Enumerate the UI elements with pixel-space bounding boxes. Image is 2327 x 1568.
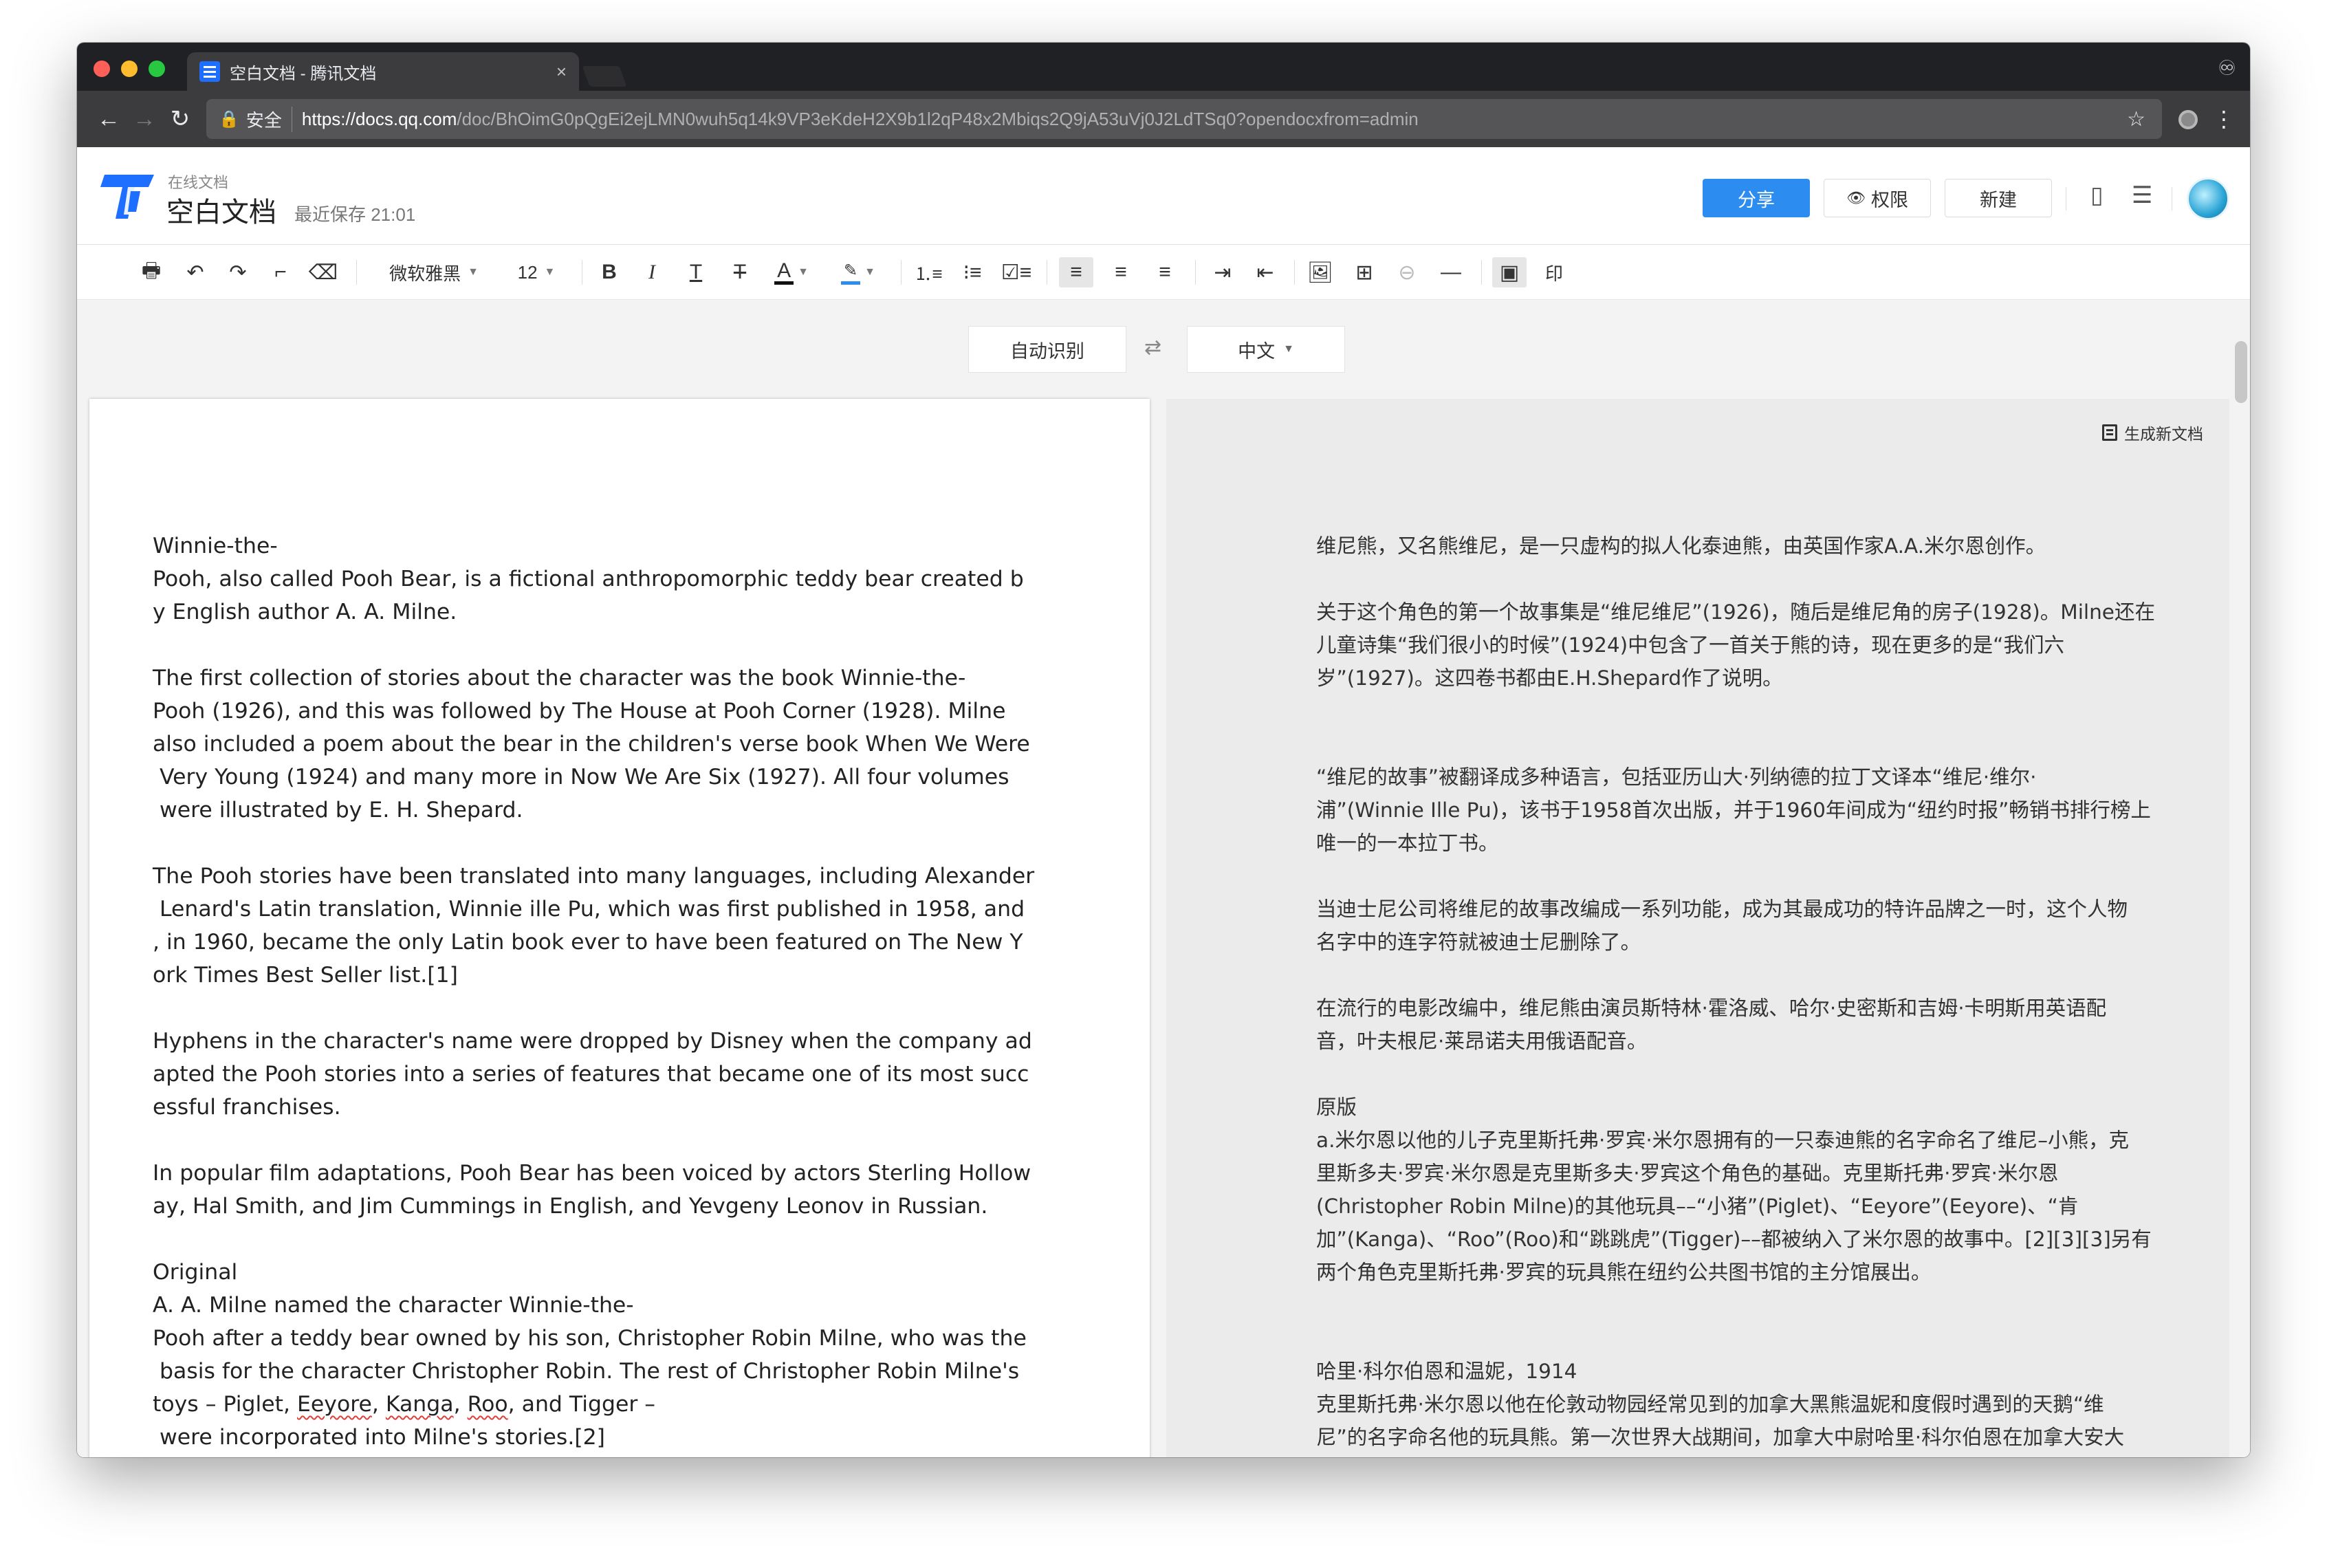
redo-icon[interactable]: ↷ [223, 257, 253, 287]
align-center-icon[interactable]: ≡ [1106, 257, 1136, 287]
align-right-icon[interactable]: ≡ [1150, 257, 1180, 287]
numbered-list-icon[interactable]: ⒈≡ [913, 257, 943, 287]
share-button[interactable]: 分享 [1703, 179, 1810, 217]
toolbar-divider [901, 260, 902, 285]
spellcheck-word: Eeyore [297, 1392, 372, 1417]
print-layout-icon[interactable]: 印 [1539, 257, 1569, 287]
format-painter-icon[interactable]: ⌐ [265, 257, 296, 287]
browser-menu-icon[interactable]: ⋮ [2213, 106, 2235, 132]
print-icon[interactable]: 🖶 [136, 257, 166, 287]
minimize-window-button[interactable] [121, 61, 138, 77]
docs-favicon-icon [199, 61, 220, 82]
new-document-button[interactable]: 新建 [1945, 179, 2052, 217]
incognito-icon: ♾ [2218, 57, 2236, 80]
spellcheck-word: Roo [467, 1392, 508, 1417]
document-title[interactable]: 空白文档 [166, 190, 276, 230]
user-avatar[interactable] [2187, 177, 2229, 220]
bookmark-star-icon[interactable]: ☆ [2127, 107, 2145, 131]
chevron-down-icon: ▼ [1283, 343, 1294, 355]
translated-paragraph: 维尼熊，又名熊维尼，是一只虚构的拟人化泰迪熊，由英国作家A.A.米尔恩创作。 [1316, 534, 2046, 558]
text-color-icon[interactable]: A ▼ [766, 257, 817, 287]
chevron-down-icon: ▼ [544, 266, 556, 278]
indent-icon[interactable]: ⇥ [1208, 257, 1238, 287]
highlight-color-icon[interactable]: ✎ ▼ [832, 257, 884, 287]
bullet-list-icon[interactable]: ⁝≡ [957, 257, 987, 287]
app-header: 在线文档 空白文档 最近保存 21:01 分享 👁 权限 新建 ▯ ☰ [77, 147, 2250, 245]
reload-button[interactable]: ↻ [162, 105, 198, 133]
extension-icon[interactable] [2178, 110, 2198, 129]
tab-bar: 空白文档 - 腾讯文档 × ♾ [77, 43, 2250, 91]
font-family-select[interactable]: 微软雅黑 ▼ [375, 257, 492, 287]
toolbar-divider [1481, 260, 1482, 285]
tencent-docs-logo[interactable] [100, 171, 158, 223]
translated-paragraph: 哈里·科尔伯恩和温妮，1914 克里斯托弗·米尔恩以他在伦敦动物园经常见到的加拿… [1316, 1360, 2125, 1449]
clear-format-icon[interactable]: ⌫ [308, 257, 338, 287]
toolbar-divider [356, 260, 357, 285]
back-button[interactable]: ← [91, 106, 127, 133]
permission-label: 权限 [1870, 189, 1908, 210]
url-input[interactable]: 🔒 安全 https://docs.qq.com/doc/BhOimG0pQgE… [206, 99, 2162, 139]
formatting-toolbar: 🖶 ↶ ↷ ⌐ ⌫ 微软雅黑 ▼ 12 ▼ B I T T A ▼ ✎ ▼ ⒈≡ ⁝… [77, 245, 2250, 300]
font-size-value: 12 [517, 261, 538, 283]
permission-button[interactable]: 👁 权限 [1824, 179, 1931, 217]
source-paragraph: Hyphens in the character's name were dro… [153, 1029, 1032, 1120]
italic-icon[interactable]: I [637, 257, 667, 287]
translated-paragraph: 当迪士尼公司将维尼的故事改编成一系列功能，成为其最成功的特许品牌之一时，这个人物… [1316, 897, 2128, 954]
close-window-button[interactable] [94, 61, 110, 77]
spellcheck-word: Kanga [385, 1392, 454, 1417]
translated-paragraph: 原版 a.米尔恩以他的儿子克里斯托弗·罗宾·米尔恩拥有的一只泰迪熊的名字命名了维… [1316, 1096, 2152, 1284]
forward-button[interactable]: → [127, 106, 162, 133]
chevron-down-icon: ▼ [468, 266, 479, 278]
font-family-value: 微软雅黑 [389, 263, 461, 284]
scrollbar-thumb[interactable] [2235, 341, 2247, 403]
horizontal-rule-icon[interactable]: — [1436, 257, 1466, 287]
source-paragraph: The Pooh stories have been translated in… [153, 864, 1035, 988]
strikethrough-icon[interactable]: T [725, 257, 755, 287]
generate-doc-label: 生成新文档 [2124, 425, 2203, 443]
source-paragraph: In popular film adaptations, Pooh Bear h… [153, 1161, 1031, 1219]
lock-icon: 🔒 [219, 109, 239, 129]
translate-icon[interactable]: ▣ [1492, 257, 1527, 287]
undo-icon[interactable]: ↶ [180, 257, 210, 287]
source-language-select[interactable]: 自动识别 [968, 326, 1126, 373]
tab-close-icon[interactable]: × [556, 61, 567, 83]
translated-paragraph: 关于这个角色的第一个故事集是“维尼维尼”(1926)，随后是维尼角的房子(192… [1316, 600, 2155, 690]
target-language-select[interactable]: 中文 ▼ [1187, 326, 1345, 373]
generate-new-document-button[interactable]: 生成新文档 [2102, 421, 2203, 444]
source-paragraph: Winnie-the- Pooh, also called Pooh Bear,… [153, 534, 1024, 624]
toolbar-divider [1294, 260, 1295, 285]
source-paragraph: The first collection of stories about th… [153, 666, 1030, 823]
hamburger-menu-icon[interactable]: ☰ [2132, 182, 2152, 209]
url-text: https://docs.qq.com/doc/BhOimG0pQgEi2ejL… [301, 108, 1419, 129]
toolbar-divider [1195, 260, 1196, 285]
translated-paragraph: “维尼的故事”被翻译成多种语言，包括亚历山大·列纳德的拉丁文译本“维尼·维尔· … [1316, 765, 2151, 855]
translated-text: 维尼熊，又名熊维尼，是一只虚构的拟人化泰迪熊，由英国作家A.A.米尔恩创作。 关… [1316, 530, 2224, 1457]
save-status: 最近保存 21:01 [294, 204, 416, 225]
mobile-view-icon[interactable]: ▯ [2090, 182, 2104, 209]
source-paragraph: Original A. A. Milne named the character… [153, 1260, 1027, 1450]
target-language-value: 中文 [1238, 340, 1276, 362]
insert-image-icon[interactable]: 🖼 [1305, 257, 1335, 287]
swap-languages-icon[interactable]: ⇄ [1144, 336, 1161, 360]
address-bar: ← → ↻ 🔒 安全 https://docs.qq.com/doc/BhOim… [77, 91, 2250, 147]
maximize-window-button[interactable] [149, 61, 165, 77]
tab-title: 空白文档 - 腾讯文档 [230, 64, 377, 83]
eye-icon: 👁 [1846, 189, 1866, 206]
insert-link-icon[interactable]: ⊖ [1392, 257, 1422, 287]
new-tab-button[interactable] [582, 66, 627, 87]
document-icon [2102, 424, 2117, 441]
vertical-scrollbar[interactable] [2232, 300, 2250, 1457]
browser-tab-active[interactable]: 空白文档 - 腾讯文档 × [187, 52, 579, 91]
insert-table-icon[interactable]: ⊞ [1349, 257, 1379, 287]
browser-window: 空白文档 - 腾讯文档 × ♾ ← → ↻ 🔒 安全 https://docs.… [77, 43, 2250, 1457]
checklist-icon[interactable]: ☑≡ [1001, 257, 1031, 287]
bold-icon[interactable]: B [594, 257, 624, 287]
translated-paragraph: 在流行的电影改编中，维尼熊由演员斯特林·霍洛威、哈尔·史密斯和吉姆·卡明斯用英语… [1316, 997, 2107, 1053]
outdent-icon[interactable]: ⇤ [1250, 257, 1280, 287]
align-left-icon[interactable]: ≡ [1059, 257, 1093, 287]
font-size-select[interactable]: 12 ▼ [509, 257, 564, 287]
secure-label: 安全 [246, 106, 292, 132]
source-text[interactable]: Winnie-the- Pooh, also called Pooh Bear,… [153, 530, 1088, 1457]
underline-icon[interactable]: T [681, 257, 711, 287]
